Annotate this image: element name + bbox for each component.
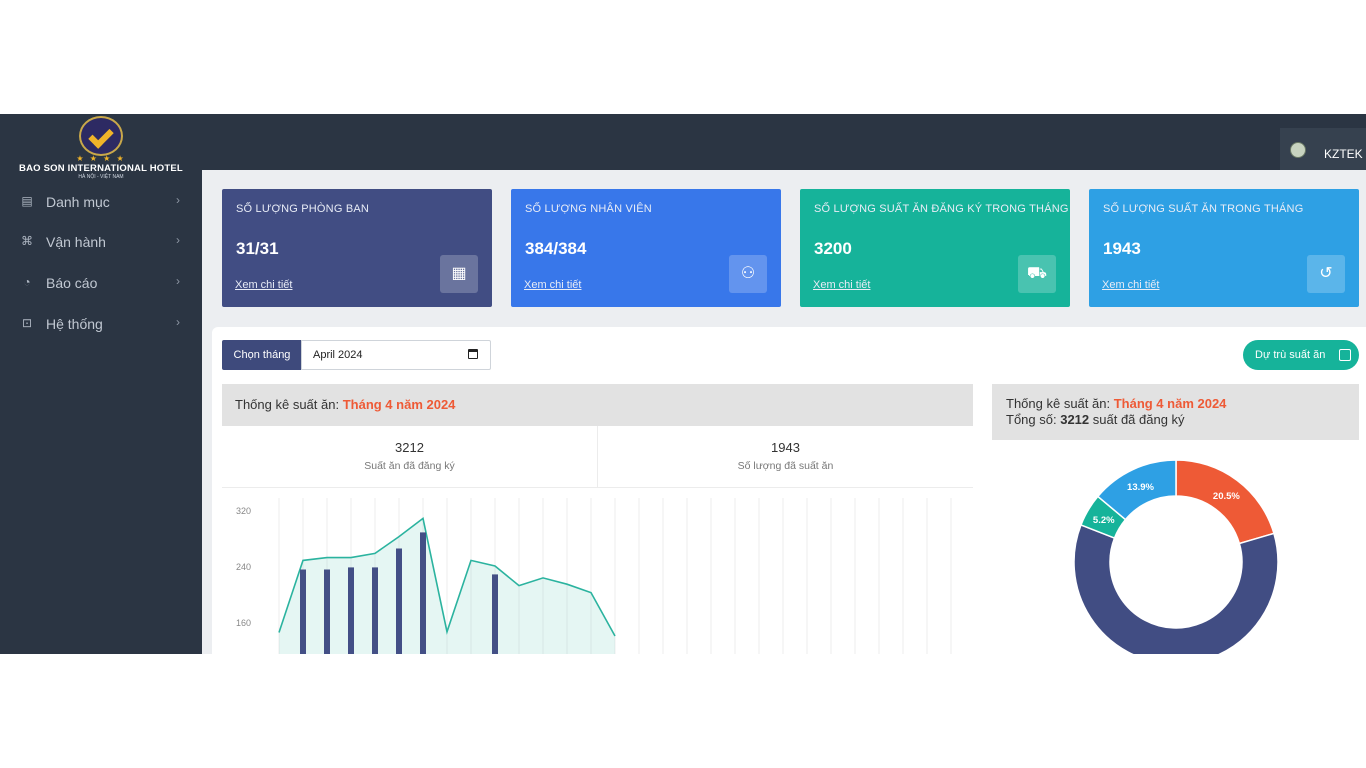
y-tick-label: 320 (236, 506, 251, 516)
card-title: Số lượng phòng ban (236, 203, 370, 215)
app-window: ★ ★ ★ ★ BAO SON INTERNATIONAL HOTEL HÀ N… (0, 114, 1366, 654)
sidebar-item-van-hanh[interactable]: ⌘ Vận hành › (0, 226, 202, 258)
total-prefix: Tổng số: (1006, 412, 1057, 427)
logo-subtitle: HÀ NỘI - VIỆT NAM (78, 174, 124, 180)
logo-name: BAO SON INTERNATIONAL HOTEL (19, 163, 183, 174)
summary-label: Suất ăn đã đăng ký (364, 460, 455, 472)
summary-registered: 3212 Suất ăn đã đăng ký (222, 426, 598, 488)
user-name: KZTEK (1324, 147, 1363, 161)
chevron-right-icon: › (176, 193, 180, 207)
meal-donut-month: Tháng 4 năm 2024 (1113, 396, 1227, 411)
sidebar-item-label: Báo cáo (46, 275, 98, 291)
card-title: Số lượng nhân viên (525, 203, 652, 215)
meal-chart-svg: 320 240 160 (236, 498, 976, 654)
card-value: 31/31 (236, 239, 279, 258)
meal-donut: 20.5%60.5%5.2%13.9% (992, 440, 1359, 654)
meal-donut-title: Thống kê suất ăn: (1006, 396, 1111, 411)
card-title: Số lượng suất ăn trong tháng (1103, 203, 1304, 215)
top-bar: KZTEK (202, 114, 1366, 170)
donut-slice-label: 20.5% (1213, 491, 1240, 502)
donut-slice-label: 5.2% (1093, 515, 1115, 526)
lock-icon: ⊡ (21, 316, 33, 330)
statistics-panel: Chọn tháng April 2024 Dự trù suất ăn Thố… (212, 327, 1366, 654)
pie-icon: ◔ (23, 275, 31, 289)
sidebar: ★ ★ ★ ★ BAO SON INTERNATIONAL HOTEL HÀ N… (0, 114, 202, 654)
summary-value: 3212 (395, 440, 424, 455)
y-tick-label: 160 (236, 618, 251, 628)
card-monthly-meals: Số lượng suất ăn trong tháng 1943 Xem ch… (1089, 189, 1359, 307)
bar (420, 532, 426, 654)
total-suffix: suất đã đăng ký (1092, 412, 1185, 427)
sidebar-item-label: Vận hành (46, 234, 106, 250)
card-title: Số lượng suất ăn đăng ký trong tháng (814, 203, 1069, 215)
sidebar-item-danh-muc[interactable]: ▤ Danh mục › (0, 186, 202, 218)
card-detail-link[interactable]: Xem chi tiết (235, 279, 292, 291)
history-icon: ↺ (1307, 255, 1345, 293)
bar (300, 569, 306, 654)
image-icon (1339, 349, 1351, 361)
sidebar-item-bao-cao[interactable]: ◔ Báo cáo › (0, 267, 202, 299)
card-value: 3200 (814, 239, 852, 258)
sidebar-item-he-thong[interactable]: ⊡ Hệ thống › (0, 308, 202, 340)
summary-value: 1943 (771, 440, 800, 455)
donut-slice-label: 13.9% (1127, 482, 1154, 493)
card-value: 1943 (1103, 239, 1141, 258)
hotel-logo[interactable]: ★ ★ ★ ★ BAO SON INTERNATIONAL HOTEL HÀ N… (0, 114, 202, 184)
total-value: 3212 (1060, 412, 1090, 427)
chevron-right-icon: › (176, 233, 180, 247)
meal-chart-title: Thống kê suất ăn: (235, 397, 340, 412)
user-menu[interactable]: KZTEK (1280, 128, 1366, 170)
reserve-meals-button[interactable]: Dự trù suất ăn (1243, 340, 1359, 370)
month-picker-input[interactable]: April 2024 (301, 340, 491, 370)
logo-emblem-icon (79, 116, 123, 156)
meal-donut-section: Thống kê suất ăn: Tháng 4 năm 2024 Tổng … (992, 384, 1359, 654)
chevron-right-icon: › (176, 315, 180, 329)
calendar-icon[interactable] (468, 349, 478, 359)
logo-stars: ★ ★ ★ ★ (76, 154, 126, 163)
card-registered-meals: Số lượng suất ăn đăng ký trong tháng 320… (800, 189, 1070, 307)
users-icon: ⚇ (729, 255, 767, 293)
cart-icon: ⛟ (1018, 255, 1056, 293)
meal-chart: 320 240 160 (222, 488, 976, 654)
chevron-right-icon: › (176, 274, 180, 288)
donut-slice (1073, 523, 1279, 654)
reserve-meals-label: Dự trù suất ăn (1255, 349, 1326, 361)
bar (396, 548, 402, 654)
summary-served: 1943 Số lượng đã suất ăn (598, 426, 973, 488)
card-detail-link[interactable]: Xem chi tiết (813, 279, 870, 291)
building-icon: ▦ (440, 255, 478, 293)
month-value: April 2024 (313, 349, 363, 361)
bar (492, 574, 498, 654)
card-employees: Số lượng nhân viên 384/384 Xem chi tiết … (511, 189, 781, 307)
grid-icon: ⌘ (21, 234, 33, 248)
building-icon: ▤ (21, 194, 33, 208)
month-picker-label: Chọn tháng (222, 340, 302, 370)
card-detail-link[interactable]: Xem chi tiết (1102, 279, 1159, 291)
sidebar-item-label: Danh mục (46, 194, 110, 210)
bar (324, 569, 330, 654)
summary-label: Số lượng đã suất ăn (737, 460, 834, 472)
card-departments: Số lượng phòng ban 31/31 Xem chi tiết ▦ (222, 189, 492, 307)
bar (372, 567, 378, 654)
card-detail-link[interactable]: Xem chi tiết (524, 279, 581, 291)
meal-chart-month: Tháng 4 năm 2024 (342, 397, 456, 412)
card-value: 384/384 (525, 239, 587, 258)
avatar (1290, 142, 1306, 158)
meal-donut-svg: 20.5%60.5%5.2%13.9% (1073, 459, 1279, 654)
bar (348, 567, 354, 654)
meal-chart-section: Thống kê suất ăn: Tháng 4 năm 2024 3212 … (222, 384, 976, 654)
y-tick-label: 240 (236, 562, 251, 572)
meal-chart-header: Thống kê suất ăn: Tháng 4 năm 2024 (222, 384, 973, 426)
sidebar-item-label: Hệ thống (46, 316, 103, 332)
meal-donut-header: Thống kê suất ăn: Tháng 4 năm 2024 Tổng … (992, 384, 1359, 440)
